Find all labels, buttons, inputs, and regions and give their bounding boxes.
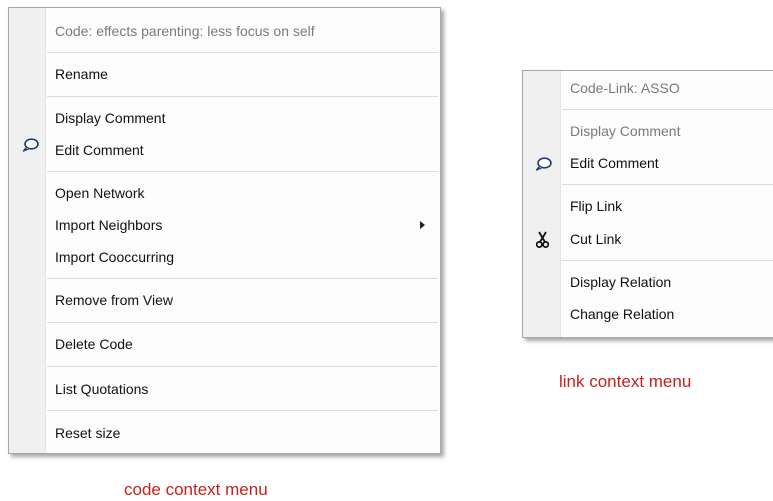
code-context-menu: Code: effects parenting: less focus on s… [8,7,441,454]
speech-bubble-icon [22,138,39,155]
scissors-icon [535,231,550,251]
code-menu-caption: code context menu [124,480,268,499]
open-network-menu-item[interactable]: Open Network [55,178,144,208]
flip-link-menu-item[interactable]: Flip Link [570,191,622,221]
code-menu-header: Code: effects parenting: less focus on s… [55,23,315,39]
cut-link-menu-item[interactable]: Cut Link [570,224,621,254]
submenu-arrow-icon [420,221,425,229]
remove-from-view-menu-item[interactable]: Remove from View [55,285,173,315]
display-relation-menu-item[interactable]: Display Relation [570,267,671,297]
edit-comment-menu-item[interactable]: Edit Comment [55,135,144,165]
link-display-comment-menu-item[interactable]: Display Comment [570,116,680,146]
link-menu-header: Code-Link: ASSO [570,80,680,96]
speech-bubble-icon [535,157,552,174]
change-relation-menu-item[interactable]: Change Relation [570,299,674,329]
reset-size-menu-item[interactable]: Reset size [55,418,120,448]
display-comment-menu-item[interactable]: Display Comment [55,103,165,133]
rename-menu-item[interactable]: Rename [55,59,108,89]
list-quotations-menu-item[interactable]: List Quotations [55,374,148,404]
import-cooccurring-menu-item[interactable]: Import Cooccurring [55,242,174,272]
delete-code-menu-item[interactable]: Delete Code [55,329,133,359]
link-edit-comment-menu-item[interactable]: Edit Comment [570,148,659,178]
import-neighbors-menu-item[interactable]: Import Neighbors [55,210,162,240]
link-menu-caption: link context menu [559,372,692,391]
link-context-menu: Code-Link: ASSO Display Comment Edit Com… [522,70,773,338]
